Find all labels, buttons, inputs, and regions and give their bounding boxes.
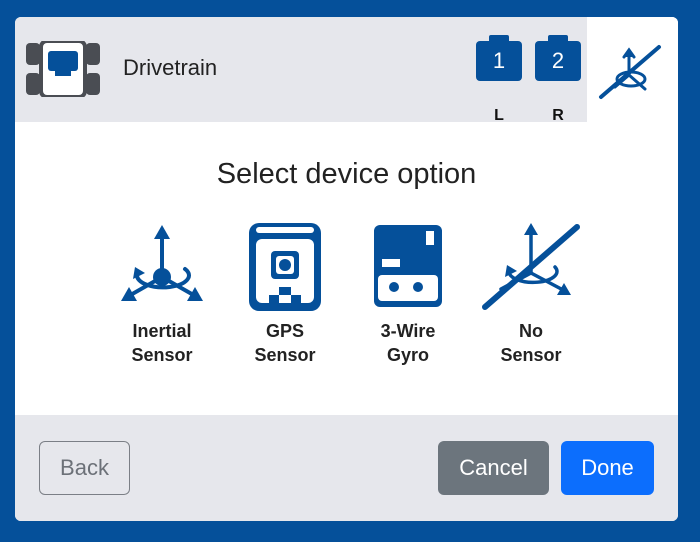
option-no-sensor[interactable]: No Sensor [476, 221, 586, 381]
sensor-tab[interactable] [587, 17, 678, 122]
option-label-line1: No [519, 321, 543, 341]
port-2[interactable]: 2 R [535, 35, 581, 124]
back-button[interactable]: Back [39, 441, 130, 495]
gps-sensor-icon [249, 223, 321, 311]
option-label-line1: 3-Wire [380, 321, 436, 341]
option-label-line1: GPS [265, 321, 304, 341]
option-label-line2: Gyro [386, 345, 429, 365]
gyro-icon [374, 225, 442, 307]
drivetrain-icon [26, 41, 100, 97]
option-label-line2: Sensor [254, 345, 316, 365]
dialog-header: Drivetrain 1 L 2 R [15, 17, 678, 124]
section-heading: Select device option [216, 158, 477, 190]
option-gps-sensor[interactable]: GPS Sensor [230, 221, 340, 381]
dialog-footer: Back Cancel Done [15, 415, 678, 521]
page-title: Drivetrain [123, 55, 218, 80]
device-dialog: Drivetrain 1 L 2 R Select device option … [15, 17, 678, 521]
option-label-line2: Sensor [131, 345, 193, 365]
port-1[interactable]: 1 L [476, 35, 522, 124]
option-label-line1: Inertial [132, 321, 192, 341]
cancel-button[interactable]: Cancel [438, 441, 549, 495]
no-sensor-icon [482, 223, 580, 310]
inertial-sensor-icon [121, 225, 203, 301]
port-number: 1 [476, 41, 522, 81]
option-inertial-sensor[interactable]: Inertial Sensor [107, 221, 217, 381]
port-side-label: R [552, 107, 564, 124]
port-side-label: L [494, 107, 504, 124]
port-number: 2 [535, 41, 581, 81]
option-3-wire-gyro[interactable]: 3-Wire Gyro [353, 221, 463, 381]
no-sensor-icon [599, 45, 661, 99]
done-button[interactable]: Done [561, 441, 654, 495]
option-label-line2: Sensor [500, 345, 562, 365]
